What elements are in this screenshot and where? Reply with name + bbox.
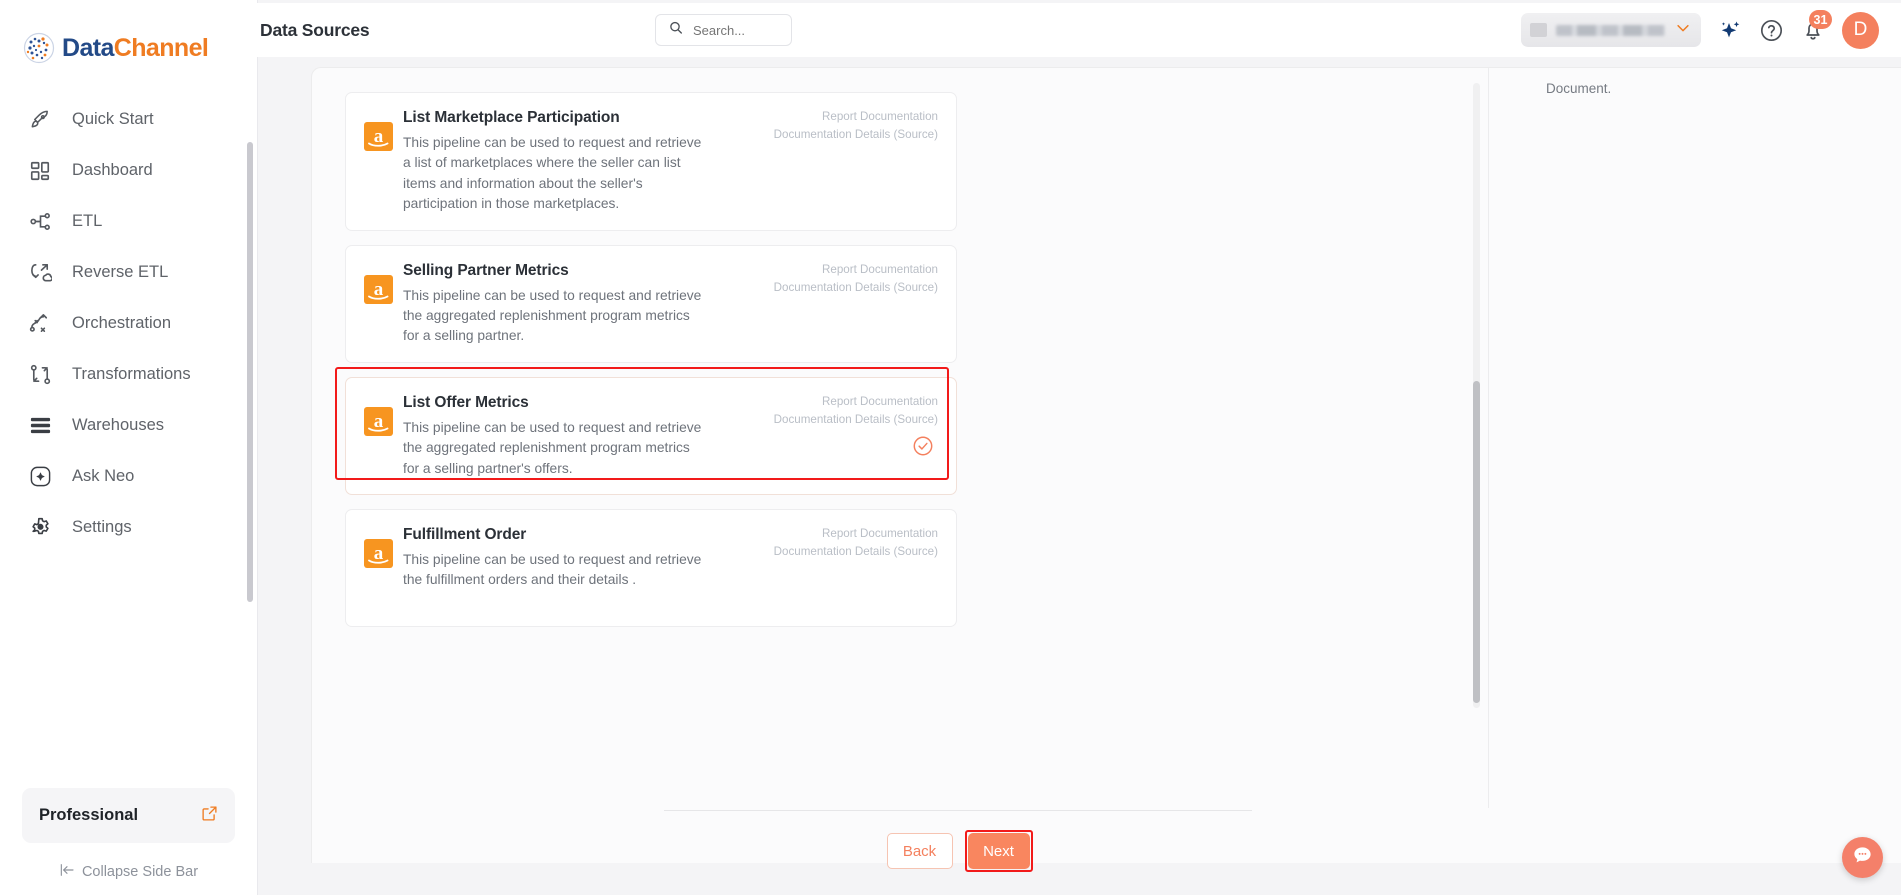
chat-support-button[interactable] bbox=[1842, 837, 1883, 878]
sidebar-item-etl[interactable]: ETL bbox=[0, 196, 257, 247]
svg-text:a: a bbox=[374, 543, 384, 564]
sidebar-item-quick-start[interactable]: Quick Start bbox=[0, 94, 257, 145]
right-panel-text-fragment: Document. bbox=[1546, 81, 1612, 96]
amazon-icon: a bbox=[364, 406, 393, 436]
svg-text:a: a bbox=[374, 411, 384, 432]
logo-text-channel: Channel bbox=[113, 33, 209, 62]
next-button-wrapper: Next bbox=[964, 830, 1033, 872]
sidebar-item-label: Dashboard bbox=[72, 161, 153, 180]
back-button[interactable]: Back bbox=[886, 833, 953, 869]
app-logo[interactable]: DataChannel bbox=[0, 0, 257, 72]
logo-text-data: Data bbox=[62, 33, 114, 62]
pipeline-card-links: Report Documentation Documentation Detai… bbox=[774, 108, 938, 144]
logo-wordmark: DataChannel bbox=[62, 33, 209, 62]
pipeline-card-links: Report Documentation Documentation Detai… bbox=[774, 261, 938, 297]
workspace-selector[interactable] bbox=[1521, 13, 1701, 47]
report-documentation-link[interactable]: Report Documentation bbox=[774, 261, 938, 279]
report-documentation-link[interactable]: Report Documentation bbox=[774, 108, 938, 126]
page-title: Data Sources bbox=[260, 19, 370, 40]
sidebar-scrollbar[interactable] bbox=[247, 142, 253, 602]
report-documentation-link[interactable]: Report Documentation bbox=[774, 393, 938, 411]
transformations-icon bbox=[26, 362, 54, 388]
help-circle-icon[interactable] bbox=[1759, 18, 1784, 43]
plan-name-label: Professional bbox=[39, 806, 139, 824]
header-actions: 31 D bbox=[1521, 3, 1879, 57]
pipeline-card[interactable]: a Selling Partner Metrics This pipeline … bbox=[345, 244, 957, 363]
sidebar-item-label: ETL bbox=[72, 212, 103, 231]
svg-text:a: a bbox=[374, 279, 384, 300]
sidebar-item-label: Ask Neo bbox=[72, 467, 135, 486]
warehouse-icon bbox=[26, 413, 54, 439]
sidebar-item-dashboard[interactable]: Dashboard bbox=[0, 145, 257, 196]
sidebar-item-orchestration[interactable]: Orchestration bbox=[0, 298, 257, 349]
sidebar-item-settings[interactable]: Settings bbox=[0, 502, 257, 553]
collapse-sidebar-button[interactable]: Collapse Side Bar bbox=[0, 849, 257, 895]
orchestration-icon bbox=[26, 311, 54, 337]
pipeline-card-links: Report Documentation Documentation Detai… bbox=[774, 393, 938, 429]
amazon-icon: a bbox=[364, 122, 393, 151]
workspace-name-label bbox=[1556, 24, 1665, 36]
pipeline-card-description: This pipeline can be used to request and… bbox=[403, 419, 702, 476]
documentation-details-link[interactable]: Documentation Details (Source) bbox=[774, 126, 938, 144]
sidebar-item-label: Quick Start bbox=[72, 110, 154, 129]
search-icon bbox=[668, 20, 684, 41]
pipeline-card-list: a List Marketplace Participation This pi… bbox=[335, 92, 1445, 641]
panel-scrollbar-thumb[interactable] bbox=[1473, 381, 1480, 703]
footer-divider bbox=[664, 810, 1252, 811]
pipeline-card[interactable]: a List Marketplace Participation This pi… bbox=[345, 92, 957, 231]
chat-bubble-icon bbox=[1851, 844, 1874, 872]
avatar[interactable]: D bbox=[1842, 11, 1879, 49]
notifications-bell[interactable]: 31 bbox=[1801, 10, 1832, 42]
pipeline-card-selected[interactable]: a List Offer Metrics This pipeline can b… bbox=[335, 366, 957, 496]
datachannel-globe-icon bbox=[22, 31, 56, 65]
amazon-icon: a bbox=[364, 539, 393, 569]
sidebar-item-warehouses[interactable]: Warehouses bbox=[0, 400, 257, 451]
reverse-etl-icon bbox=[26, 260, 54, 286]
sidebar-item-transformations[interactable]: Transformations bbox=[0, 349, 257, 400]
sparkle-icon[interactable] bbox=[1718, 18, 1742, 42]
report-documentation-link[interactable]: Report Documentation bbox=[774, 525, 938, 543]
app-root: DataChannel Quick Start Dashboard ETL Re… bbox=[0, 0, 1901, 895]
external-link-icon[interactable] bbox=[201, 805, 218, 827]
rocket-icon bbox=[26, 107, 54, 133]
documentation-details-link[interactable]: Documentation Details (Source) bbox=[774, 543, 938, 561]
pipeline-card-description: This pipeline can be used to request and… bbox=[403, 287, 702, 344]
notification-count-badge: 31 bbox=[1809, 10, 1832, 29]
panel-divider bbox=[1488, 68, 1489, 808]
sidebar-item-label: Settings bbox=[72, 518, 132, 537]
sidebar: DataChannel Quick Start Dashboard ETL Re… bbox=[0, 0, 258, 895]
pipeline-card-links: Report Documentation Documentation Detai… bbox=[774, 525, 938, 561]
chevron-down-icon bbox=[1674, 19, 1692, 42]
sidebar-item-label: Warehouses bbox=[72, 416, 165, 435]
workspace-thumb-icon bbox=[1530, 23, 1547, 37]
search-box[interactable] bbox=[655, 14, 792, 46]
sidebar-item-ask-neo[interactable]: Ask Neo bbox=[0, 451, 257, 502]
collapse-sidebar-label: Collapse Side Bar bbox=[81, 864, 199, 880]
sidebar-item-label: Reverse ETL bbox=[72, 263, 169, 282]
next-button[interactable]: Next bbox=[967, 833, 1030, 869]
grid-icon bbox=[26, 158, 54, 184]
sidebar-item-reverse-etl[interactable]: Reverse ETL bbox=[0, 247, 257, 298]
sparkle-circle-icon bbox=[26, 464, 54, 490]
main-panel: Document. a List Marketplace Participati… bbox=[311, 67, 1901, 872]
amazon-icon: a bbox=[364, 274, 393, 304]
collapse-left-icon bbox=[59, 862, 75, 882]
plan-badge[interactable]: Professional bbox=[22, 788, 235, 843]
top-header: Data Sources Search... 31 D bbox=[238, 3, 1901, 57]
sidebar-item-label: Orchestration bbox=[72, 314, 172, 333]
documentation-details-link[interactable]: Documentation Details (Source) bbox=[774, 411, 938, 429]
etl-icon bbox=[26, 209, 54, 235]
gear-icon bbox=[26, 515, 54, 541]
documentation-details-link[interactable]: Documentation Details (Source) bbox=[774, 279, 938, 297]
selected-check-icon bbox=[912, 435, 934, 462]
sidebar-nav: Quick Start Dashboard ETL Reverse ETL Or… bbox=[0, 94, 257, 788]
svg-text:a: a bbox=[374, 126, 384, 147]
sidebar-item-label: Transformations bbox=[72, 365, 191, 384]
search-input[interactable] bbox=[693, 22, 783, 38]
pipeline-card-description: This pipeline can be used to request and… bbox=[403, 135, 702, 212]
pipeline-card[interactable]: a Fulfillment Order This pipeline can be… bbox=[345, 509, 957, 628]
wizard-button-row: Back Next bbox=[664, 830, 1252, 872]
pipeline-card-description: This pipeline can be used to request and… bbox=[403, 552, 702, 588]
